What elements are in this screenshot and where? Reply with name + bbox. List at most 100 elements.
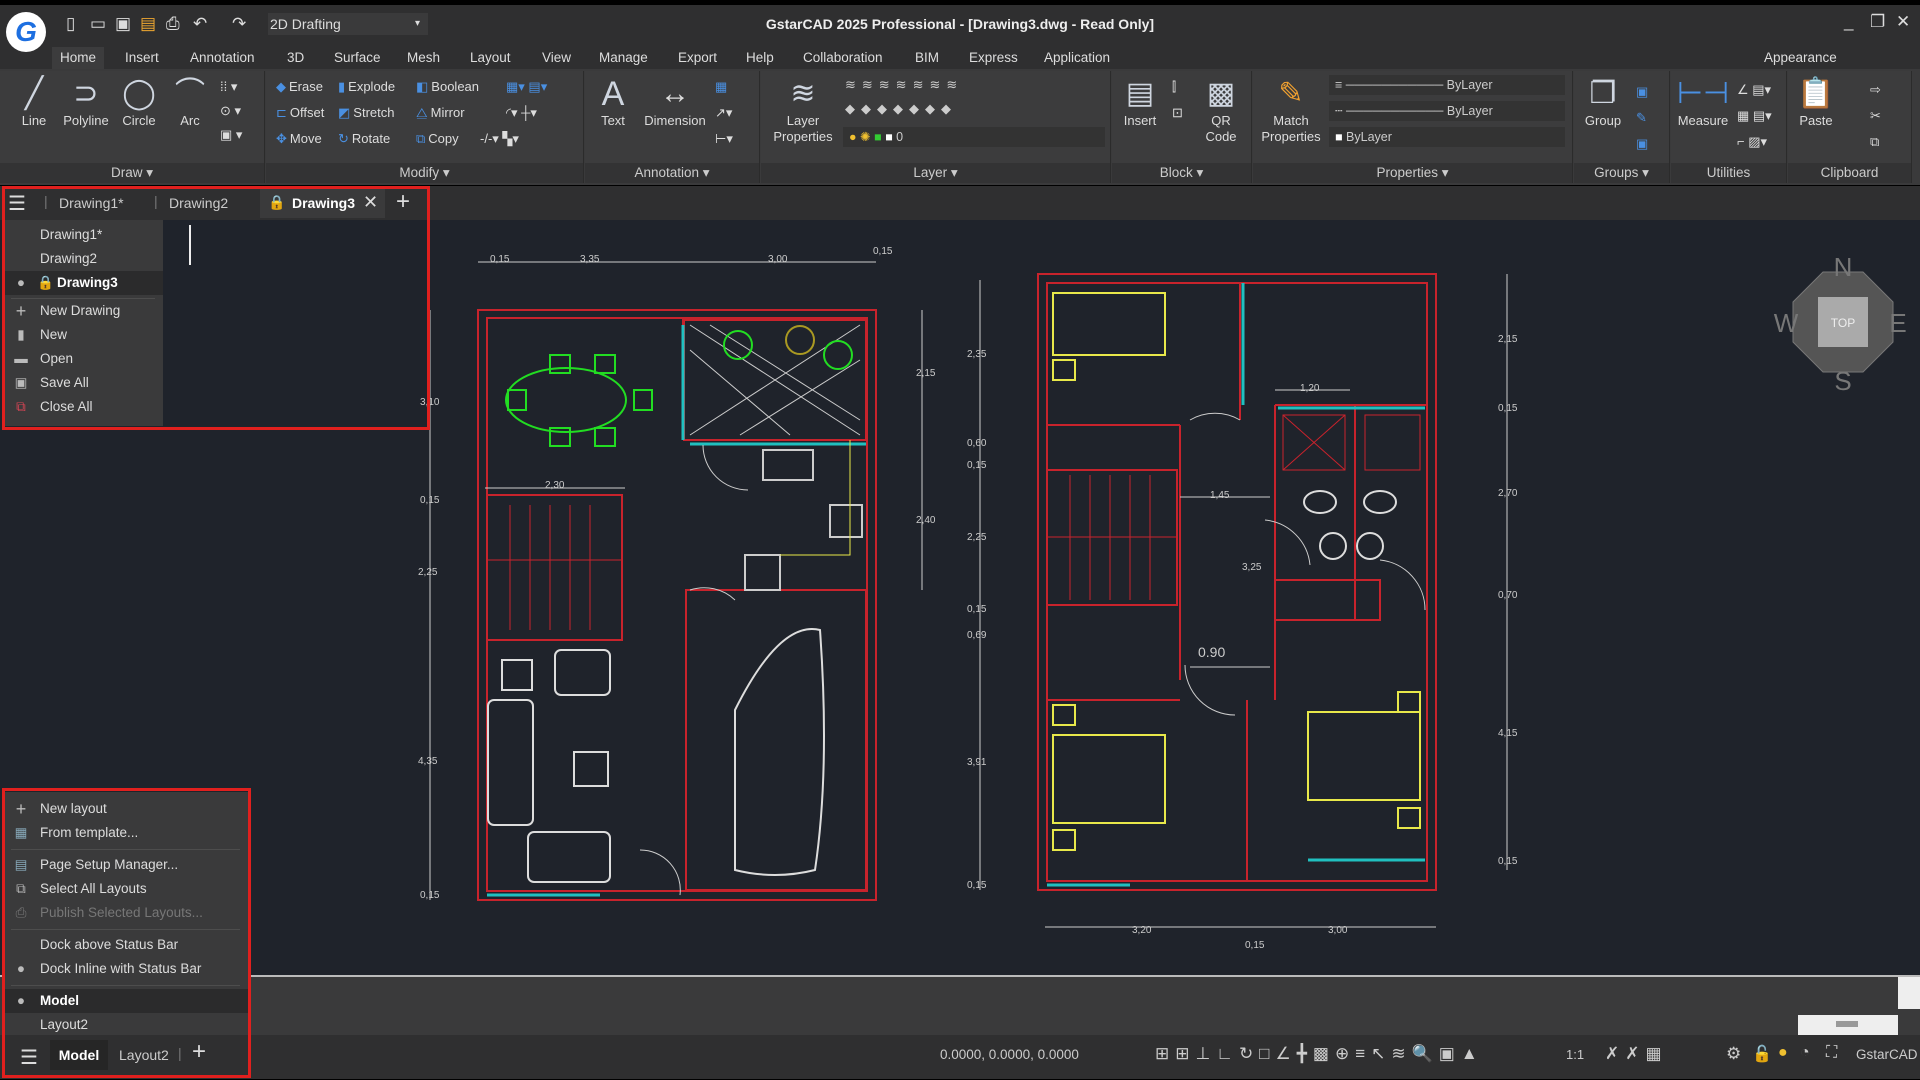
scrollbar[interactable] — [1898, 977, 1920, 1009]
menu-item-new-drawing[interactable]: + New Drawing — [3, 299, 163, 323]
menu-item-dock-inline-status-bar[interactable]: ● Dock Inline with Status Bar — [3, 957, 248, 981]
hamburger-menu-icon[interactable]: ☰ — [8, 191, 26, 216]
menu-item-from-template[interactable]: ▦ From template... — [3, 821, 248, 845]
tab-application[interactable]: Application — [1044, 50, 1110, 65]
tab-bim[interactable]: BIM — [915, 50, 939, 65]
utility-tools-icon[interactable]: ∠ ▤▾ ▦ ▤▾ ⌐ ▨▾ — [1737, 77, 1772, 155]
insert-button[interactable]: ▤ Insert — [1118, 75, 1162, 129]
menu-item-save-all[interactable]: ▣ Save All — [3, 371, 163, 395]
drawing-canvas[interactable]: 0,15 3,35 3,00 0,15 3,10 0,15 2,25 4,35 … — [0, 220, 1920, 975]
menu-item-open[interactable]: ▬ Open — [3, 347, 163, 371]
compass-s[interactable]: S — [1834, 366, 1851, 396]
point-icon[interactable]: ⁞⁞ ▾ — [220, 79, 237, 95]
menu-item-dock-above-status-bar[interactable]: Dock above Status Bar — [3, 933, 248, 957]
tab-annotation[interactable]: Annotation — [190, 50, 255, 65]
block-panel-label[interactable]: Block ▾ — [1112, 163, 1251, 183]
tab-drawing2[interactable]: Drawing2 — [169, 195, 228, 211]
match-properties-button[interactable]: ✎ Match Properties — [1259, 75, 1323, 145]
qr-code-button[interactable]: ▩ QR Code — [1196, 75, 1246, 145]
tab-home[interactable]: Home — [52, 47, 105, 69]
menu-item-new-layout[interactable]: + New layout — [3, 797, 248, 821]
stretch-button[interactable]: ◩ Stretch — [338, 105, 394, 121]
tab-drawing1[interactable]: Drawing1* — [59, 195, 124, 211]
linetype-select[interactable]: ≡ ─────────── ByLayer — [1329, 75, 1565, 95]
line-button[interactable]: ╱ Line — [14, 75, 54, 129]
text-button[interactable]: A Text — [593, 75, 633, 129]
break-icon[interactable]: -/-▾ ▚▾ — [480, 131, 519, 147]
linear-dim-icon[interactable]: ⊢▾ — [715, 131, 733, 147]
lineweight-select[interactable]: ┄ ─────────── ByLayer — [1329, 101, 1565, 121]
annotation-panel-label[interactable]: Annotation ▾ — [585, 163, 759, 183]
block-edit-icon[interactable]: ⫿ — [1172, 79, 1176, 95]
fullscreen-icon[interactable]: ⛶ — [1826, 1044, 1837, 1062]
groups-panel-label[interactable]: Groups ▾ — [1574, 163, 1669, 183]
layer-properties-button[interactable]: ≋ Layer Properties — [767, 75, 839, 145]
compass-e[interactable]: E — [1889, 308, 1906, 338]
viewcube[interactable]: TOP N S E W — [1774, 252, 1907, 396]
boolean-button[interactable]: ◧ Boolean — [416, 79, 479, 95]
color-select[interactable]: ■ ByLayer — [1329, 127, 1565, 147]
group-tools-icon[interactable]: ▣ ✎ ▣ — [1636, 79, 1648, 157]
scrollbar-horizontal[interactable] — [1798, 1015, 1898, 1035]
tab-layout[interactable]: Layout — [470, 50, 511, 65]
unlock-icon[interactable]: 🔓 — [1752, 1044, 1772, 1064]
menu-item-model[interactable]: ● Model — [3, 989, 248, 1013]
minimize-button[interactable]: _ — [1844, 12, 1853, 32]
appearance-menu[interactable]: Appearance — [1764, 50, 1837, 65]
close-button[interactable]: ✕ — [1896, 12, 1910, 32]
layer-tools-icon[interactable]: ≋≋≋≋≋≋≋ — [845, 77, 963, 93]
tab-insert[interactable]: Insert — [125, 50, 159, 65]
layer-tools-2-icon[interactable]: ◆◆◆◆◆◆◆ — [845, 101, 957, 117]
clipboard-tools-icon[interactable]: ⇨ ✂ ⧉ — [1870, 77, 1881, 155]
erase-button[interactable]: ◆ Erase — [276, 79, 323, 95]
tab-express[interactable]: Express — [969, 50, 1018, 65]
modify-panel-label[interactable]: Modify ▾ — [266, 163, 583, 183]
gear-icon[interactable]: ⚙ — [1726, 1044, 1741, 1064]
move-button[interactable]: ✥ Move — [276, 131, 322, 147]
add-layout-icon[interactable]: + — [192, 1038, 206, 1066]
explode-button[interactable]: ▮ Explode — [338, 79, 395, 95]
mirror-button[interactable]: ⧋ Mirror — [416, 105, 465, 121]
copy-button[interactable]: ⧉ Copy — [416, 131, 459, 147]
viewcube-top[interactable]: TOP — [1831, 316, 1855, 330]
layer-select[interactable]: ● ✺ ■ ■ 0 — [843, 127, 1105, 147]
menu-item-drawing3[interactable]: ● 🔒 Drawing3 — [3, 271, 163, 295]
tab-manage[interactable]: Manage — [599, 50, 648, 65]
menu-item-new[interactable]: ▮ New — [3, 323, 163, 347]
tab-3d[interactable]: 3D — [287, 50, 304, 65]
leader-icon[interactable]: ↗▾ — [715, 105, 732, 121]
tab-collaboration[interactable]: Collaboration — [803, 50, 883, 65]
offset-button[interactable]: ⊏ Offset — [276, 105, 324, 121]
paste-button[interactable]: 📋 Paste — [1794, 75, 1838, 129]
layout-menu-icon[interactable]: ☰ — [20, 1045, 38, 1070]
polyline-button[interactable]: ⊃ Polyline — [60, 75, 112, 129]
fillet-icon[interactable]: ◜▾ ┼▾ — [506, 105, 537, 121]
measure-button[interactable]: ⊢⊣ Measure — [1675, 75, 1731, 129]
menu-item-page-setup-manager[interactable]: ▤ Page Setup Manager... — [3, 853, 248, 877]
menu-item-drawing2[interactable]: Drawing2 — [3, 247, 163, 271]
layer-panel-label[interactable]: Layer ▾ — [761, 163, 1110, 183]
tab-mesh[interactable]: Mesh — [407, 50, 440, 65]
light-bulb-icon[interactable]: ● — [1778, 1044, 1788, 1062]
command-line-area[interactable] — [0, 975, 1920, 1035]
rotate-button[interactable]: ↻ Rotate — [338, 131, 390, 147]
menu-item-layout2[interactable]: Layout2 — [3, 1013, 248, 1037]
performance-icon[interactable]: ◔ — [1800, 1044, 1810, 1062]
menu-item-close-all[interactable]: ⧉ Close All — [3, 395, 163, 419]
properties-panel-label[interactable]: Properties ▾ — [1253, 163, 1572, 183]
circle-button[interactable]: ◯ Circle — [118, 75, 160, 129]
close-tab-icon[interactable]: ✕ — [363, 192, 378, 213]
array-icon[interactable]: ▦▾ ▤▾ — [506, 79, 547, 95]
app-logo[interactable]: G — [6, 12, 46, 52]
block-attr-icon[interactable]: ⊡ — [1172, 105, 1183, 121]
restore-button[interactable]: ❐ — [1870, 12, 1885, 32]
tab-surface[interactable]: Surface — [334, 50, 381, 65]
group-button[interactable]: ❐ Group — [1580, 75, 1626, 129]
drafting-toggles-icon[interactable]: ⊞⊞⊥∟↻□∠╋▩⊕≡↖≋🔍▣▲ — [1155, 1044, 1484, 1064]
compass-n[interactable]: N — [1834, 252, 1853, 282]
tab-help[interactable]: Help — [746, 50, 774, 65]
annotation-tools-icon[interactable]: ✗✗▦ — [1605, 1044, 1668, 1064]
tab-view[interactable]: View — [542, 50, 571, 65]
menu-item-select-all-layouts[interactable]: ⧉ Select All Layouts — [3, 877, 248, 901]
annotation-scale[interactable]: 1:1 — [1566, 1047, 1584, 1062]
